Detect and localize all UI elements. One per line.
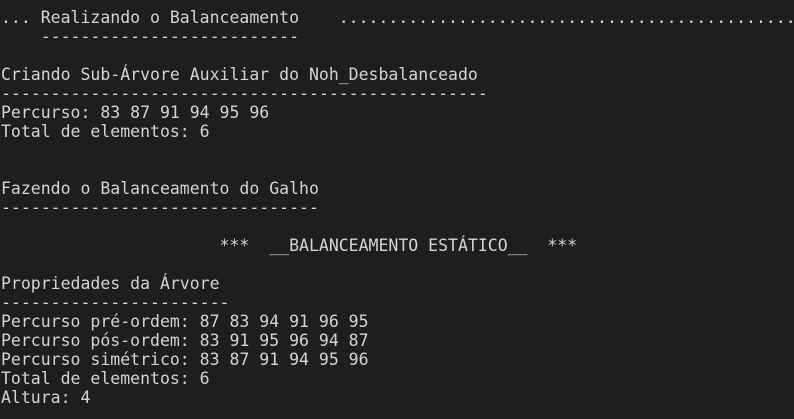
tree-properties-heading: Propriedades da Árvore bbox=[1, 274, 220, 293]
aux-subtree-traversal: Percurso: 83 87 91 94 95 96 bbox=[1, 103, 270, 122]
aux-subtree-underline: ----------------------------------------… bbox=[1, 84, 488, 103]
branch-balancing-underline: -------------------------------- bbox=[1, 198, 319, 217]
terminal-window[interactable]: ... Realizando o Balanceamento .........… bbox=[0, 0, 794, 419]
tree-height: Altura: 4 bbox=[1, 388, 91, 407]
inorder-traversal: Percurso simétrico: 83 87 91 94 95 96 bbox=[1, 350, 369, 369]
static-balancing-banner: *** __BALANCEAMENTO ESTÁTICO__ *** bbox=[1, 236, 578, 255]
branch-balancing-heading: Fazendo o Balanceamento do Galho bbox=[1, 179, 319, 198]
balancing-underline: -------------------------- bbox=[1, 27, 300, 46]
aux-subtree-element-count: Total de elementos: 6 bbox=[1, 122, 210, 141]
postorder-traversal: Percurso pós-ordem: 83 91 95 96 94 87 bbox=[1, 331, 369, 350]
tree-element-count: Total de elementos: 6 bbox=[1, 369, 210, 388]
balancing-status-line: ... Realizando o Balanceamento .........… bbox=[1, 8, 794, 27]
preorder-traversal: Percurso pré-ordem: 87 83 94 91 96 95 bbox=[1, 312, 369, 331]
tree-properties-underline: ----------------------- bbox=[1, 293, 230, 312]
aux-subtree-heading: Criando Sub-Árvore Auxiliar do Noh_Desba… bbox=[1, 65, 478, 84]
